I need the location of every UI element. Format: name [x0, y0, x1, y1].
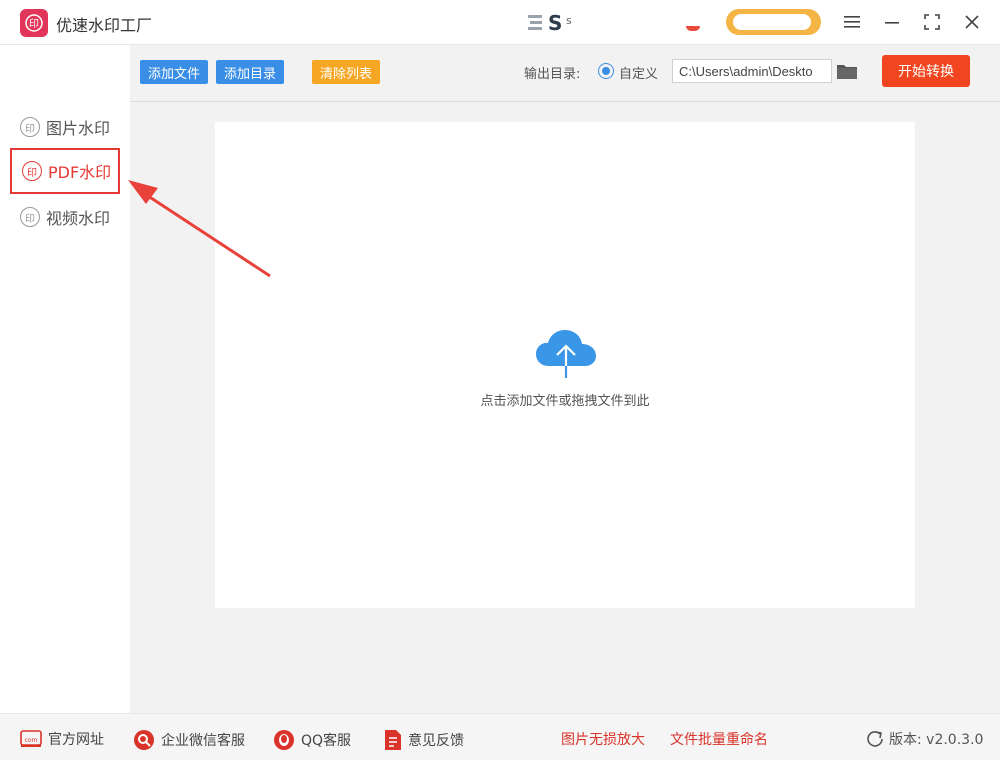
svg-text:com: com	[25, 737, 38, 744]
clear-list-button[interactable]: 清除列表	[312, 60, 381, 84]
sidebar-item-label: 图片水印	[46, 119, 111, 138]
qq-support-label: QQ客服	[301, 733, 352, 749]
version-label: 版本: v2.0.3.0	[889, 732, 984, 748]
watermark-seal-icon: 印	[20, 207, 40, 227]
version-info: 版本: v2.0.3.0	[866, 729, 983, 749]
svg-text:S: S	[548, 12, 562, 34]
sidebar-item-label: PDF水印	[48, 163, 112, 182]
output-dir-label: 输出目录:	[524, 67, 581, 82]
title-bar: 印 优速水印工厂 S s	[0, 0, 1000, 45]
sidebar-item-image-watermark[interactable]: 印 图片水印	[10, 104, 120, 150]
sidebar-item-video-watermark[interactable]: 印 视频水印	[10, 194, 120, 240]
wechat-support-link[interactable]: 企业微信客服	[133, 729, 245, 751]
close-icon	[965, 15, 979, 29]
footer-bar: com 官方网址 企业微信客服 QQ客服 意见反馈 图片无损放大 文件批量重命名	[0, 713, 1000, 760]
feedback-link[interactable]: 意见反馈	[384, 729, 464, 751]
drop-zone-hint: 点击添加文件或拖拽文件到此	[480, 394, 650, 409]
notification-mark	[686, 26, 700, 31]
sidebar: 印 图片水印 印 PDF水印 印 视频水印	[0, 45, 130, 713]
radio-dot	[602, 67, 610, 75]
app-title: 优速水印工厂	[56, 16, 153, 35]
official-website-label: 官方网址	[48, 732, 104, 748]
menu-icon	[844, 16, 860, 28]
lossless-enlarge-link[interactable]: 图片无损放大	[561, 729, 645, 749]
add-file-button[interactable]: 添加文件	[140, 60, 209, 84]
maximize-button[interactable]	[921, 11, 943, 33]
qq-icon	[274, 730, 294, 750]
watermark-seal-icon: 印	[22, 161, 42, 181]
promo-badge[interactable]	[726, 9, 821, 35]
close-button[interactable]	[961, 11, 983, 33]
output-path-input[interactable]	[672, 59, 832, 83]
refresh-icon[interactable]	[866, 730, 884, 748]
wechat-support-label: 企业微信客服	[161, 733, 245, 749]
sidebar-item-label: 视频水印	[46, 209, 111, 228]
cloud-upload-icon	[536, 330, 596, 378]
feedback-document-icon	[385, 730, 401, 750]
batch-rename-link[interactable]: 文件批量重命名	[670, 729, 768, 749]
brand-s-logo-icon: S	[528, 12, 562, 34]
minimize-button[interactable]	[881, 11, 903, 33]
feedback-label: 意见反馈	[408, 733, 464, 749]
toolbar: 添加文件 添加目录 清除列表 输出目录: 自定义 开始转换	[130, 45, 1000, 102]
maximize-icon	[924, 14, 940, 30]
official-website-link[interactable]: com 官方网址	[20, 729, 104, 749]
svg-text:印: 印	[29, 18, 39, 30]
menu-button[interactable]	[841, 11, 863, 33]
website-icon: com	[20, 730, 42, 747]
start-convert-button[interactable]: 开始转换	[882, 55, 970, 87]
custom-dir-radio[interactable]	[598, 63, 614, 79]
minimize-icon	[885, 22, 899, 24]
file-drop-zone[interactable]: 点击添加文件或拖拽文件到此	[215, 122, 915, 608]
main-panel: 添加文件 添加目录 清除列表 输出目录: 自定义 开始转换 点击添加文件或拖拽文…	[130, 45, 1000, 713]
brand-s-text: s	[566, 14, 572, 27]
app-logo-icon: 印	[20, 9, 48, 37]
wechat-icon	[134, 730, 154, 750]
custom-dir-radio-label[interactable]: 自定义	[619, 63, 658, 82]
promo-inner	[733, 14, 811, 30]
watermark-seal-icon: 印	[20, 117, 40, 137]
add-directory-button[interactable]: 添加目录	[216, 60, 285, 84]
qq-support-link[interactable]: QQ客服	[273, 729, 351, 751]
sidebar-item-pdf-watermark[interactable]: 印 PDF水印	[10, 148, 120, 194]
folder-icon[interactable]	[837, 63, 857, 79]
